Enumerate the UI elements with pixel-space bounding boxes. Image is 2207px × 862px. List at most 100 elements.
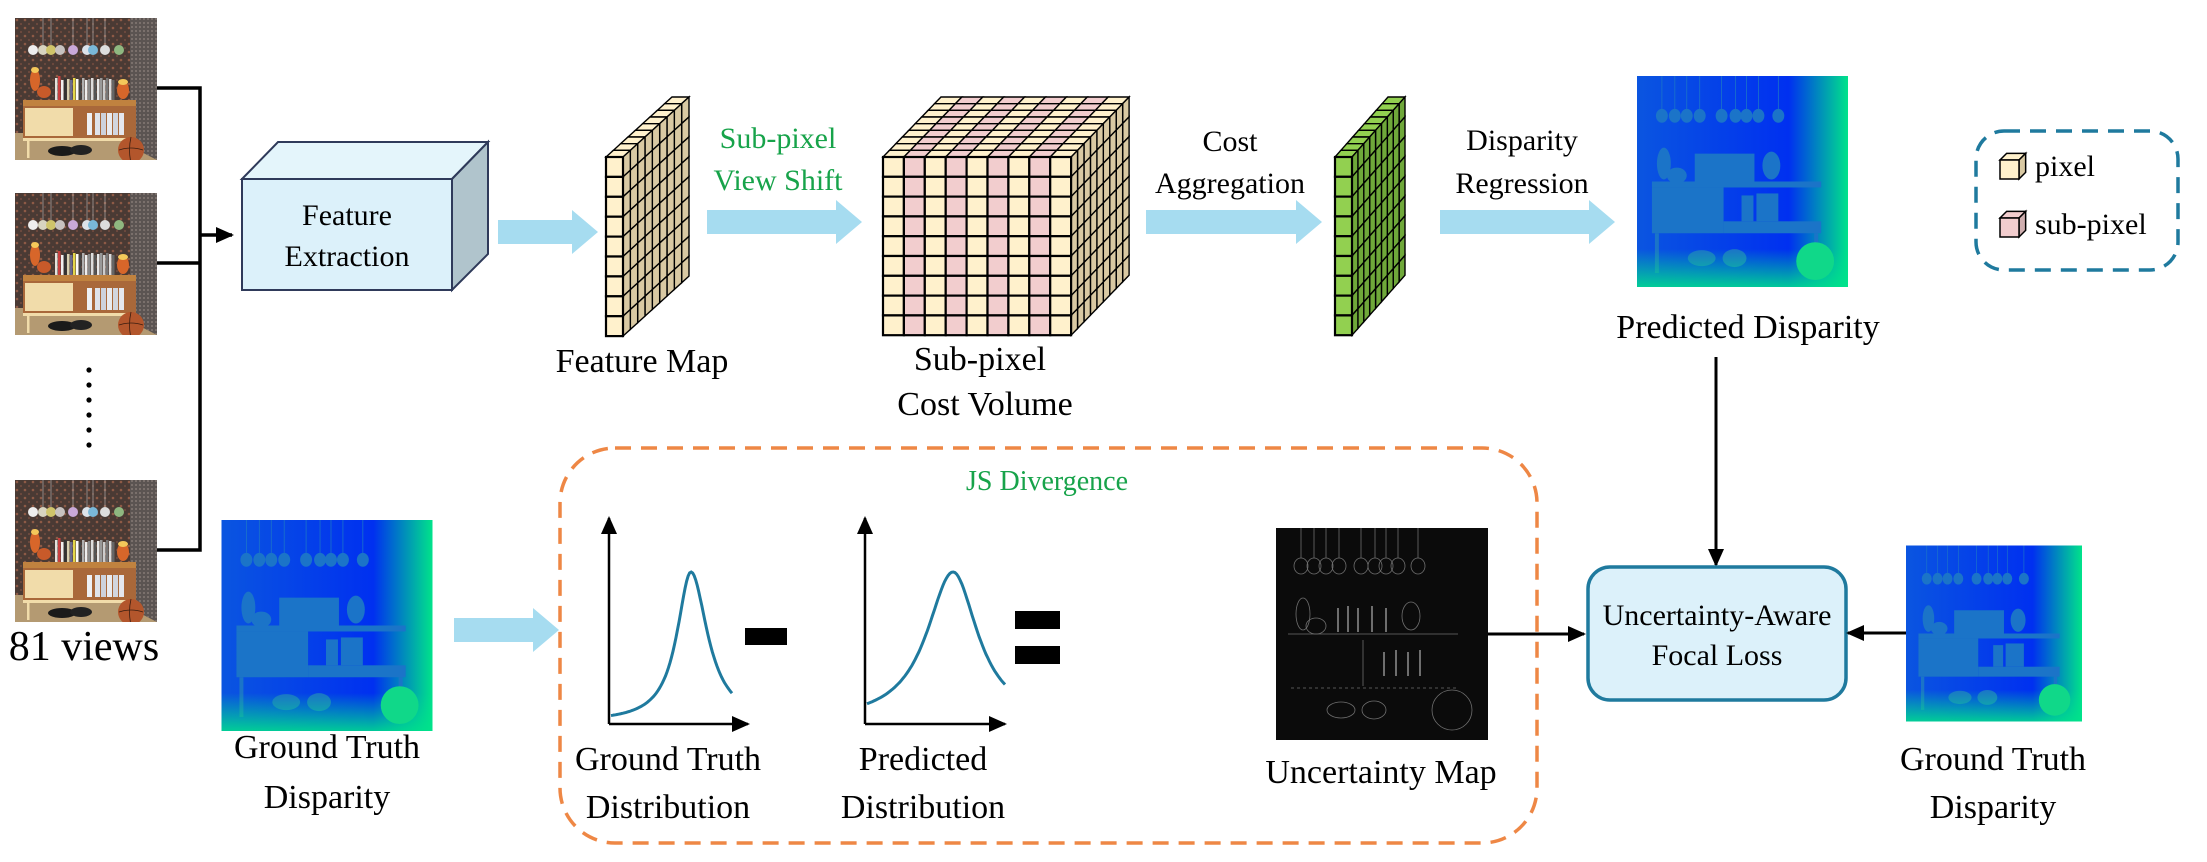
view-shift-label-line2: View Shift	[713, 164, 843, 197]
grid-front-cell	[1049, 294, 1073, 317]
grid-front-cell	[1028, 274, 1052, 297]
grid-front-cell	[1028, 294, 1052, 317]
grid-front-cell	[944, 155, 968, 178]
grid-front-cell	[986, 195, 1010, 218]
grid-front-cell	[965, 274, 989, 297]
feature-map-grid	[604, 95, 691, 338]
grid-front-cell	[902, 294, 926, 317]
cost-aggregation-arrow	[1146, 200, 1322, 244]
gt-disparity-left-label-line2: Disparity	[264, 779, 391, 816]
gt-disparity-left-label-line1: Ground Truth	[234, 729, 420, 766]
minus-operator-icon	[745, 628, 787, 645]
gt-disparity-right-label-line2: Disparity	[1930, 789, 2057, 826]
grid-front-cell	[1049, 254, 1073, 277]
grid-front-cell	[1007, 155, 1031, 178]
grid-front-cell	[965, 175, 989, 198]
grid-front-cell	[604, 195, 625, 218]
grid-front-cell	[1333, 215, 1354, 238]
grid-front-cell	[944, 254, 968, 277]
grid-front-cell	[1333, 314, 1354, 337]
grid-front-cell	[986, 215, 1010, 238]
gt-to-distribution-arrow	[454, 608, 559, 652]
grid-front-cell	[604, 295, 625, 318]
grid-front-cell	[923, 235, 947, 258]
grid-front-cell	[1049, 314, 1073, 337]
equals-operator-icon	[1015, 611, 1060, 664]
pixel-cube-icon	[1998, 151, 2028, 181]
grid-front-cell	[881, 254, 905, 277]
grid-front-cell	[1007, 294, 1031, 317]
cube-front	[1999, 217, 2020, 238]
grid-front-cell	[1028, 314, 1052, 337]
grid-front-cell	[944, 175, 968, 198]
grid-front-cell	[881, 195, 905, 218]
gt-distribution-curve	[610, 570, 734, 717]
grid-front-cell	[1049, 215, 1073, 238]
view-image-3	[15, 480, 157, 622]
predicted-distribution-curve	[866, 570, 1007, 706]
grid-front-cell	[604, 235, 625, 258]
legend: pixel sub-pixel	[1974, 129, 2180, 272]
grid-front-cell	[902, 254, 926, 277]
cost-volume-label-line1: Sub-pixel	[914, 341, 1046, 378]
grid-front-cell	[902, 235, 926, 258]
grid-front-cell	[881, 175, 905, 198]
feature-map-label: Feature Map	[556, 343, 729, 380]
grid-front-cell	[881, 274, 905, 297]
grid-front-cell	[944, 274, 968, 297]
grid-front-cell	[923, 195, 947, 218]
gt-disparity-right-label-line1: Ground Truth	[1900, 741, 2086, 778]
grid-front-cell	[965, 215, 989, 238]
grid-front-cell	[604, 275, 625, 298]
pred-distribution-label-line2: Distribution	[841, 789, 1005, 826]
grid-front-cell	[944, 294, 968, 317]
js-divergence-label: JS Divergence	[966, 466, 1128, 497]
grid-front-cell	[1028, 254, 1052, 277]
predicted-disparity-label: Predicted Disparity	[1616, 309, 1879, 346]
grid-front-cell	[944, 235, 968, 258]
cost-aggregation-label-line2: Aggregation	[1155, 167, 1305, 200]
grid-front-cell	[1007, 254, 1031, 277]
grid-front-cell	[1333, 294, 1354, 317]
grid-front-cell	[944, 215, 968, 238]
grid-front-cell	[1028, 235, 1052, 258]
grid-front-cell	[986, 254, 1010, 277]
grid-front-cell	[944, 314, 968, 337]
grid-front-cell	[923, 155, 947, 178]
legend-sub-pixel-label: sub-pixel	[2035, 208, 2147, 241]
predicted-distribution-plot	[857, 516, 1007, 732]
grid-front-cell	[881, 215, 905, 238]
predicted-disparity-image	[1637, 76, 1848, 287]
grid-front-cell	[1049, 274, 1073, 297]
focal-loss-block: Uncertainty-Aware Focal Loss	[1586, 565, 1848, 702]
cube-front	[1999, 159, 2020, 180]
cost-aggregation-label-line1: Cost	[1202, 125, 1258, 158]
focal-loss-label-line1: Uncertainty-Aware	[1603, 599, 1832, 632]
grid-front-cell	[1007, 235, 1031, 258]
grid-front-cell	[965, 155, 989, 178]
grid-front-cell	[881, 155, 905, 178]
grid-front-cell	[965, 294, 989, 317]
grid-front-cell	[1333, 254, 1354, 277]
grid-front-cell	[986, 274, 1010, 297]
view-shift-label-line1: Sub-pixel	[720, 122, 837, 155]
feature-extraction-label-line2: Extraction	[285, 240, 410, 273]
view-image-1	[15, 18, 157, 160]
pipeline-diagram: 81 views Feature Extraction Feature Map …	[9, 18, 2180, 845]
grid-front-cell	[902, 175, 926, 198]
uncertainty-map-label: Uncertainty Map	[1265, 754, 1496, 791]
grid-front-cell	[1007, 314, 1031, 337]
gt-disparity-image-left	[221, 520, 433, 731]
uncertainty-map-image	[1276, 528, 1488, 740]
gt-distribution-plot	[601, 516, 750, 732]
aggregated-cost-grid	[1333, 95, 1407, 338]
grid-front-cell	[965, 254, 989, 277]
grid-front-cell	[1028, 215, 1052, 238]
grid-front-cell	[923, 294, 947, 317]
grid-front-cell	[1007, 175, 1031, 198]
grid-front-cell	[944, 195, 968, 218]
gt-distribution-label-line2: Distribution	[586, 789, 750, 826]
grid-front-cell	[1333, 274, 1354, 297]
grid-front-cell	[923, 215, 947, 238]
grid-front-cell	[881, 235, 905, 258]
